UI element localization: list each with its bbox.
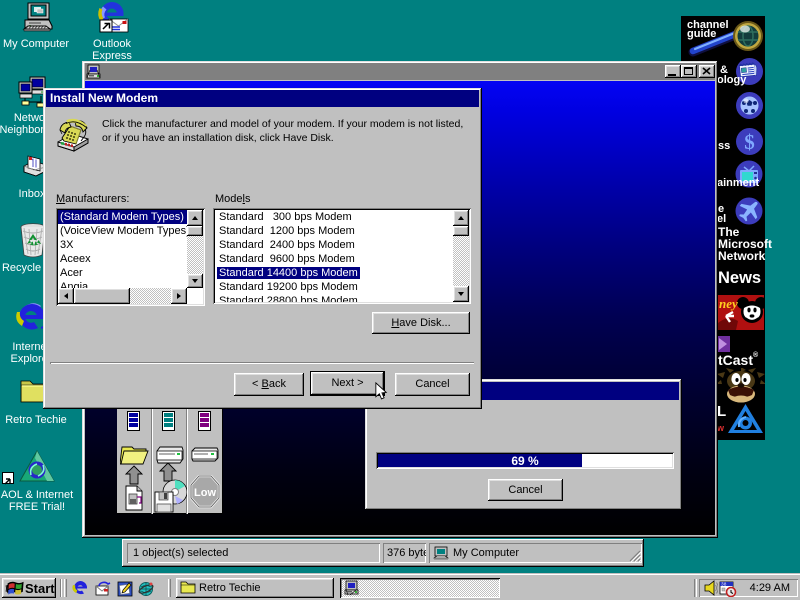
svg-text:38: 38 <box>721 582 727 588</box>
svg-text:ney: ney <box>719 296 738 311</box>
svg-text:$: $ <box>744 130 755 154</box>
svg-text:Low: Low <box>194 487 216 499</box>
